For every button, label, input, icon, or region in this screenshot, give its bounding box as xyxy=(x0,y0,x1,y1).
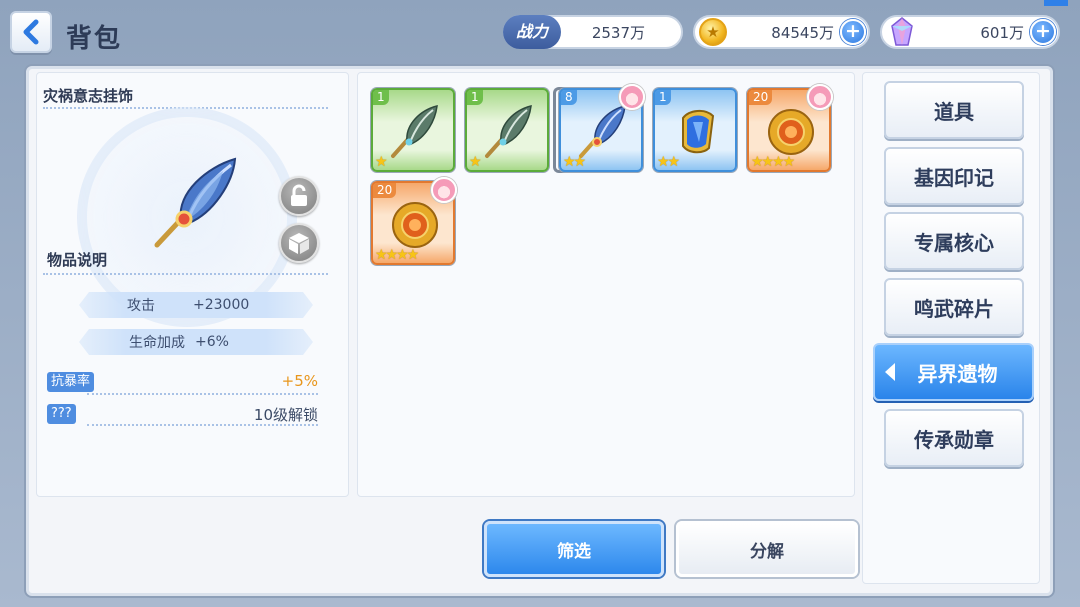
extra-stat-value: 10级解锁 xyxy=(253,406,318,424)
tab-items[interactable]: 道具 xyxy=(884,81,1024,139)
inventory-slot-selected[interactable]: 8 ★★ xyxy=(559,84,645,172)
stat-value: +23000 xyxy=(193,297,250,313)
character-avatar-icon xyxy=(619,84,645,110)
gem-icon xyxy=(891,17,913,46)
power-label: 战力 xyxy=(503,15,561,49)
feather-icon xyxy=(391,105,438,158)
extra-stat-tag: 抗暴率 xyxy=(47,372,95,392)
tab-label: 基因印记 xyxy=(914,165,994,190)
blue-crystal-icon xyxy=(682,110,715,154)
inventory-slot[interactable]: 20 ★★★★ xyxy=(371,177,457,265)
divider xyxy=(87,424,318,426)
gold-coin-icon: ★ xyxy=(699,18,727,46)
active-arrow-icon xyxy=(885,363,895,381)
top-corner-indicator xyxy=(1044,0,1068,6)
description-section-title: 物品说明 xyxy=(47,251,108,269)
inventory-slot[interactable]: 1 ★ xyxy=(465,88,549,172)
item-detail-panel: 灾祸意志挂饰 物品说明 攻击 +23000 生命加成 +6% 抗暴率 +5% ?… xyxy=(36,72,349,497)
filter-button[interactable]: 筛选 xyxy=(484,521,664,577)
back-button[interactable] xyxy=(10,11,52,53)
tab-legacy-medals[interactable]: 传承勋章 xyxy=(884,409,1024,467)
gem-display: 601万 + xyxy=(880,15,1060,49)
tab-label: 道具 xyxy=(934,99,974,124)
stat-row: 生命加成 +6% xyxy=(79,329,313,355)
tab-otherworld-relics[interactable]: 异界遗物 xyxy=(873,343,1034,401)
inventory-slot[interactable]: 20 ★★★★ xyxy=(747,84,833,172)
feather-icon xyxy=(579,105,626,158)
extra-stat-value: +5% xyxy=(281,372,318,390)
page-title: 背包 xyxy=(66,24,123,54)
item-stars: ★★ xyxy=(563,154,586,170)
tab-weapon-fragments[interactable]: 鸣武碎片 xyxy=(884,278,1024,336)
tab-label: 专属核心 xyxy=(914,230,994,255)
divider xyxy=(87,393,318,395)
tab-label: 传承勋章 xyxy=(914,427,994,452)
add-gem-button[interactable]: + xyxy=(1030,19,1056,45)
sun-amulet-icon xyxy=(392,202,438,248)
item-stars: ★ xyxy=(469,154,481,170)
character-avatar-icon xyxy=(807,84,833,110)
item-stars: ★ xyxy=(375,154,387,170)
decompose-button[interactable]: 分解 xyxy=(676,521,858,577)
add-gold-button[interactable]: + xyxy=(840,19,866,45)
character-avatar-icon xyxy=(431,177,457,203)
item-stars: ★★ xyxy=(657,154,680,170)
power-display: 战力 2537万 xyxy=(503,15,683,49)
chevron-left-icon xyxy=(23,19,39,45)
tab-label: 鸣武碎片 xyxy=(914,296,994,321)
item-name: 灾祸意志挂饰 xyxy=(43,87,134,105)
divider xyxy=(43,273,328,275)
extra-stat-tag: ??? xyxy=(47,404,76,424)
stat-value: +6% xyxy=(195,334,229,350)
inventory-slot[interactable]: 1 ★★ xyxy=(653,88,737,172)
item-stars: ★★★★ xyxy=(375,247,419,263)
tab-exclusive-core[interactable]: 专属核心 xyxy=(884,212,1024,270)
tab-label: 异界遗物 xyxy=(917,361,998,386)
box-button[interactable] xyxy=(279,223,319,263)
lock-button[interactable] xyxy=(279,176,319,216)
feather-icon xyxy=(154,157,237,248)
lock-icon xyxy=(291,184,307,206)
feather-icon xyxy=(485,105,532,158)
sun-amulet-icon xyxy=(768,109,814,155)
item-stars: ★★★★ xyxy=(751,154,795,170)
stat-row: 攻击 +23000 xyxy=(79,292,313,318)
gold-display: ★ 84545万 + xyxy=(693,15,870,49)
tab-gene-imprint[interactable]: 基因印记 xyxy=(884,147,1024,205)
power-value: 2537万 xyxy=(591,23,645,42)
cube-icon xyxy=(289,233,309,254)
stat-label: 生命加成 xyxy=(129,335,185,351)
gem-value: 601万 xyxy=(980,23,1024,42)
gold-value: 84545万 xyxy=(771,23,834,42)
stat-label: 攻击 xyxy=(127,298,155,314)
inventory-slot[interactable]: 1 ★ xyxy=(371,88,455,172)
